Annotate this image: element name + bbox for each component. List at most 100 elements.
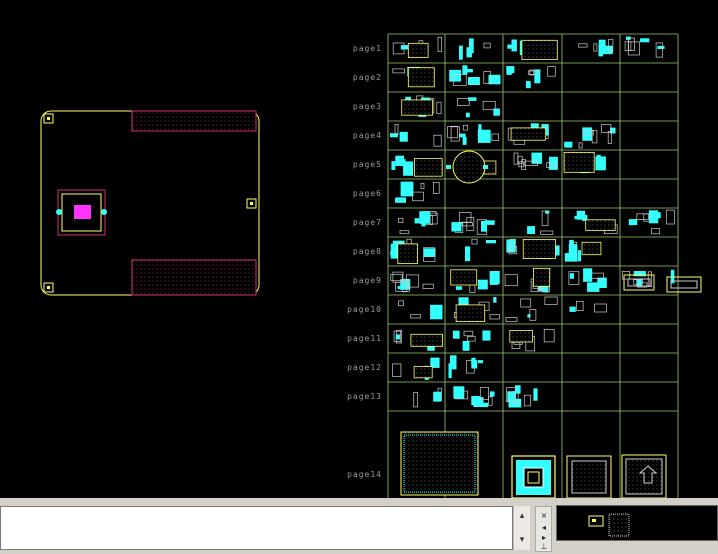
- grid-package-glyph: [585, 219, 616, 231]
- grid-component-glyph: [481, 402, 489, 408]
- chevron-down-icon[interactable]: ▾: [514, 532, 530, 548]
- grid-component-glyph: [627, 41, 640, 56]
- page-label-9: page9: [353, 276, 382, 285]
- grid-package-glyph: [509, 329, 533, 343]
- grid-component-glyph: [587, 282, 600, 292]
- grid-package-glyph: [450, 269, 478, 286]
- grid-component-glyph: [433, 134, 442, 147]
- grid-component-glyph: [640, 38, 650, 43]
- grid-component-glyph: [506, 239, 516, 253]
- grid-component-glyph: [594, 303, 607, 313]
- grid-component-glyph: [433, 182, 440, 194]
- grid-component-glyph: [463, 330, 474, 337]
- grid-component-glyph: [468, 97, 477, 101]
- grid-component-glyph: [468, 77, 480, 85]
- grid-component-glyph: [491, 133, 499, 141]
- highlighted-component[interactable]: [56, 189, 107, 236]
- keepout-bottom: [131, 259, 257, 296]
- grid-package-glyph: [410, 333, 443, 347]
- chip-package-3[interactable]: [621, 454, 667, 498]
- grid-package-glyph: [522, 238, 556, 259]
- grid-package-glyph: [455, 304, 486, 322]
- pcb-drawing[interactable]: page1 page2 page3 page4 page5 page6 page7 page8…: [0, 0, 718, 498]
- grid-component-glyph: [447, 125, 458, 139]
- grid-component-glyph: [477, 279, 488, 290]
- grid-component-glyph: [574, 215, 579, 220]
- grid-component-glyph: [520, 298, 532, 308]
- large-bga[interactable]: [400, 431, 479, 496]
- grid-component-glyph: [483, 42, 491, 49]
- command-output[interactable]: [0, 506, 513, 550]
- page-label-7: page7: [353, 218, 382, 227]
- minimap-drawing: [588, 513, 630, 537]
- grid-component-glyph: [523, 394, 532, 407]
- grid-package-glyph: [533, 267, 551, 287]
- grid-component-glyph: [459, 133, 466, 138]
- grid-component-glyph: [628, 37, 635, 51]
- grid-component-glyph: [395, 159, 406, 163]
- page-label-5: page5: [353, 160, 382, 169]
- grid-component-glyph: [471, 238, 478, 245]
- grid-component-glyph: [458, 297, 469, 306]
- grid-component-glyph: [488, 396, 493, 406]
- grid-component-glyph: [395, 334, 401, 340]
- grid-component-glyph: [400, 181, 414, 197]
- grid-component-glyph: [507, 391, 516, 402]
- grid-component-glyph: [593, 43, 598, 52]
- grid-component-glyph: [504, 274, 518, 287]
- grid-component-glyph: [490, 391, 495, 397]
- grid-component-glyph: [450, 355, 457, 370]
- keepout-top: [131, 110, 257, 132]
- grid-component-glyph: [569, 306, 576, 312]
- grid-component-glyph: [419, 211, 430, 224]
- command-scrollbar[interactable]: ▴ ▾: [513, 506, 530, 550]
- grid-component-glyph: [489, 271, 500, 284]
- grid-component-glyph: [465, 112, 470, 118]
- chip-package-2[interactable]: [566, 455, 612, 498]
- grid-component-glyph: [392, 68, 405, 74]
- grid-component-glyph: [506, 67, 512, 75]
- grid-package-glyph: [407, 42, 429, 58]
- grid-component-glyph: [525, 81, 531, 89]
- overview-minimap[interactable]: [556, 505, 718, 541]
- grid-component-glyph: [595, 156, 606, 171]
- grid-component-glyph: [578, 142, 583, 149]
- grid-component-glyph: [482, 100, 496, 111]
- grid-component-glyph: [564, 141, 573, 148]
- grid-component-glyph: [399, 230, 410, 235]
- grid-component-glyph: [430, 304, 443, 320]
- grid-component-glyph: [493, 297, 497, 303]
- grid-component-glyph: [636, 213, 649, 220]
- grid-component-glyph: [398, 217, 404, 223]
- grid-component-glyph: [466, 47, 472, 58]
- grid-component-glyph: [420, 182, 425, 190]
- grid-package-glyph: [397, 243, 418, 264]
- grid-component-glyph: [518, 161, 524, 168]
- grid-component-glyph: [390, 133, 398, 138]
- grid-component-glyph: [453, 386, 465, 399]
- page-labels: page1 page2 page3 page4 page5 page6 page7 page8…: [347, 44, 382, 479]
- grid-package-glyph: [414, 158, 443, 177]
- grid-component-glyph: [410, 314, 421, 319]
- page-label-11: page11: [347, 334, 382, 343]
- grid-component-glyph: [395, 197, 406, 203]
- pcb-canvas[interactable]: page1 page2 page3 page4 page5 page6 page7 page8…: [0, 0, 718, 498]
- grid-component-glyph: [505, 317, 518, 323]
- chip-package-1[interactable]: [511, 455, 556, 498]
- grid-component-glyph: [462, 124, 469, 131]
- grid-component-glyph: [655, 42, 663, 58]
- chevron-up-icon[interactable]: ▴: [514, 508, 530, 524]
- grid-component-glyph: [569, 273, 574, 279]
- grid-component-glyph: [437, 36, 442, 52]
- grid-component-glyph: [471, 360, 478, 369]
- grid-component-glyph: [466, 336, 476, 342]
- zoom-icon[interactable]: ⊥: [537, 540, 551, 554]
- grid-component-glyph: [583, 268, 593, 282]
- grid-component-glyph: [484, 220, 495, 225]
- round-component[interactable]: [446, 150, 488, 184]
- grid-component-glyph: [492, 76, 500, 81]
- grid-component-glyph: [527, 226, 535, 234]
- grid-component-glyph: [486, 240, 496, 244]
- grid-package-glyph: [521, 39, 558, 60]
- grid-component-glyph: [433, 391, 442, 402]
